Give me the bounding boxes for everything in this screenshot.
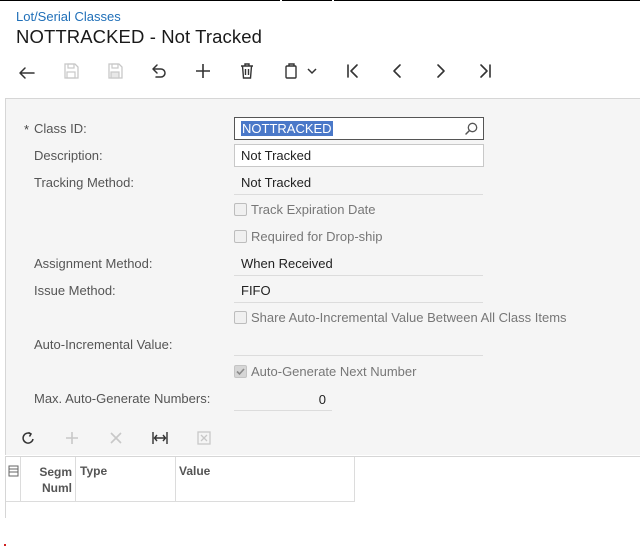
window-top-edge xyxy=(0,0,280,1)
assignment-method-label: Assignment Method: xyxy=(34,256,153,271)
segment-number-header-line1: Segm xyxy=(39,465,72,479)
track-expiration-date-label: Track Expiration Date xyxy=(251,202,376,217)
next-record-button[interactable] xyxy=(426,56,456,86)
export-excel-button[interactable] xyxy=(190,425,218,451)
delete-button[interactable] xyxy=(232,56,262,86)
grid-row-selector[interactable] xyxy=(6,457,21,502)
grid-header: Segm Numl Type Value xyxy=(6,457,355,502)
max-auto-generate-numbers-label: Max. Auto-Generate Numbers: xyxy=(34,391,211,406)
segment-number-header-line2: Numl xyxy=(42,481,72,495)
required-marker: * xyxy=(24,122,30,137)
window-top-edge xyxy=(334,0,640,1)
status-dot xyxy=(4,544,6,546)
segments-grid: Segm Numl Type Value xyxy=(5,456,640,518)
assignment-method-underline xyxy=(234,275,483,276)
class-id-label: Class ID: xyxy=(34,121,87,136)
auto-generate-next-number-label: Auto-Generate Next Number xyxy=(251,364,417,379)
checkmark-icon xyxy=(236,368,245,376)
window-top-edge xyxy=(282,0,332,1)
description-label: Description: xyxy=(34,148,103,163)
back-icon xyxy=(19,67,35,79)
issue-method-select[interactable]: FIFO xyxy=(241,283,271,298)
assignment-method-select[interactable]: When Received xyxy=(241,256,333,271)
grid-toolbar xyxy=(0,425,640,451)
share-auto-incremental-checkbox[interactable] xyxy=(234,311,247,324)
column-header-segment-number[interactable]: Segm Numl xyxy=(21,457,76,502)
column-header-type[interactable]: Type xyxy=(76,457,176,502)
main-toolbar xyxy=(0,56,640,86)
first-record-icon xyxy=(347,64,358,78)
required-for-dropship-checkbox[interactable] xyxy=(234,230,247,243)
undo-icon xyxy=(152,64,166,78)
class-id-input[interactable]: NOTTRACKED xyxy=(234,117,484,140)
add-button[interactable] xyxy=(188,56,218,86)
export-excel-icon xyxy=(197,431,211,445)
issue-method-label: Issue Method: xyxy=(34,283,116,298)
refresh-button[interactable] xyxy=(14,425,42,451)
fit-columns-button[interactable] xyxy=(146,425,174,451)
undo-button[interactable] xyxy=(144,56,174,86)
copy-paste-icon xyxy=(285,63,297,79)
chevron-down-icon xyxy=(307,68,317,75)
save-button[interactable] xyxy=(56,56,86,86)
last-record-button[interactable] xyxy=(470,56,500,86)
copy-paste-button[interactable] xyxy=(276,56,324,86)
add-icon xyxy=(196,64,210,78)
first-record-button[interactable] xyxy=(338,56,368,86)
save-close-icon xyxy=(108,63,123,79)
max-auto-generate-numbers-underline xyxy=(234,410,332,411)
previous-record-icon xyxy=(393,64,401,78)
fit-columns-icon xyxy=(152,432,168,444)
issue-method-underline xyxy=(234,302,483,303)
tracking-method-label: Tracking Method: xyxy=(34,175,134,190)
add-row-button[interactable] xyxy=(58,425,86,451)
value-header-label: Value xyxy=(179,464,211,478)
delete-row-button[interactable] xyxy=(102,425,130,451)
delete-icon xyxy=(241,63,253,79)
tracking-method-underline xyxy=(234,194,483,195)
back-button[interactable] xyxy=(12,56,42,86)
description-input[interactable]: Not Tracked xyxy=(234,144,484,167)
track-expiration-date-checkbox[interactable] xyxy=(234,203,247,216)
next-record-icon xyxy=(437,64,445,78)
save-icon xyxy=(64,63,79,79)
delete-row-icon xyxy=(110,432,122,444)
description-value: Not Tracked xyxy=(241,148,312,163)
auto-incremental-value-underline xyxy=(234,355,483,356)
last-record-icon xyxy=(480,64,491,78)
column-header-value[interactable]: Value xyxy=(176,457,355,502)
search-icon[interactable] xyxy=(464,121,479,136)
refresh-icon xyxy=(22,431,34,444)
type-header-label: Type xyxy=(80,464,108,478)
previous-record-button[interactable] xyxy=(382,56,412,86)
class-id-value: NOTTRACKED xyxy=(241,121,333,136)
add-row-icon xyxy=(66,432,78,444)
share-auto-incremental-label: Share Auto-Incremental Value Between All… xyxy=(251,310,567,325)
auto-generate-next-number-checkbox[interactable] xyxy=(234,365,247,378)
auto-incremental-value-label: Auto-Incremental Value: xyxy=(34,337,173,352)
page-title: NOTTRACKED - Not Tracked xyxy=(16,26,263,47)
required-for-dropship-label: Required for Drop-ship xyxy=(251,229,383,244)
save-close-button[interactable] xyxy=(100,56,130,86)
tracking-method-select[interactable]: Not Tracked xyxy=(241,175,311,190)
breadcrumb[interactable]: Lot/Serial Classes xyxy=(16,9,121,24)
max-auto-generate-numbers-input[interactable]: 0 xyxy=(234,392,332,407)
row-selector-icon xyxy=(8,465,19,477)
